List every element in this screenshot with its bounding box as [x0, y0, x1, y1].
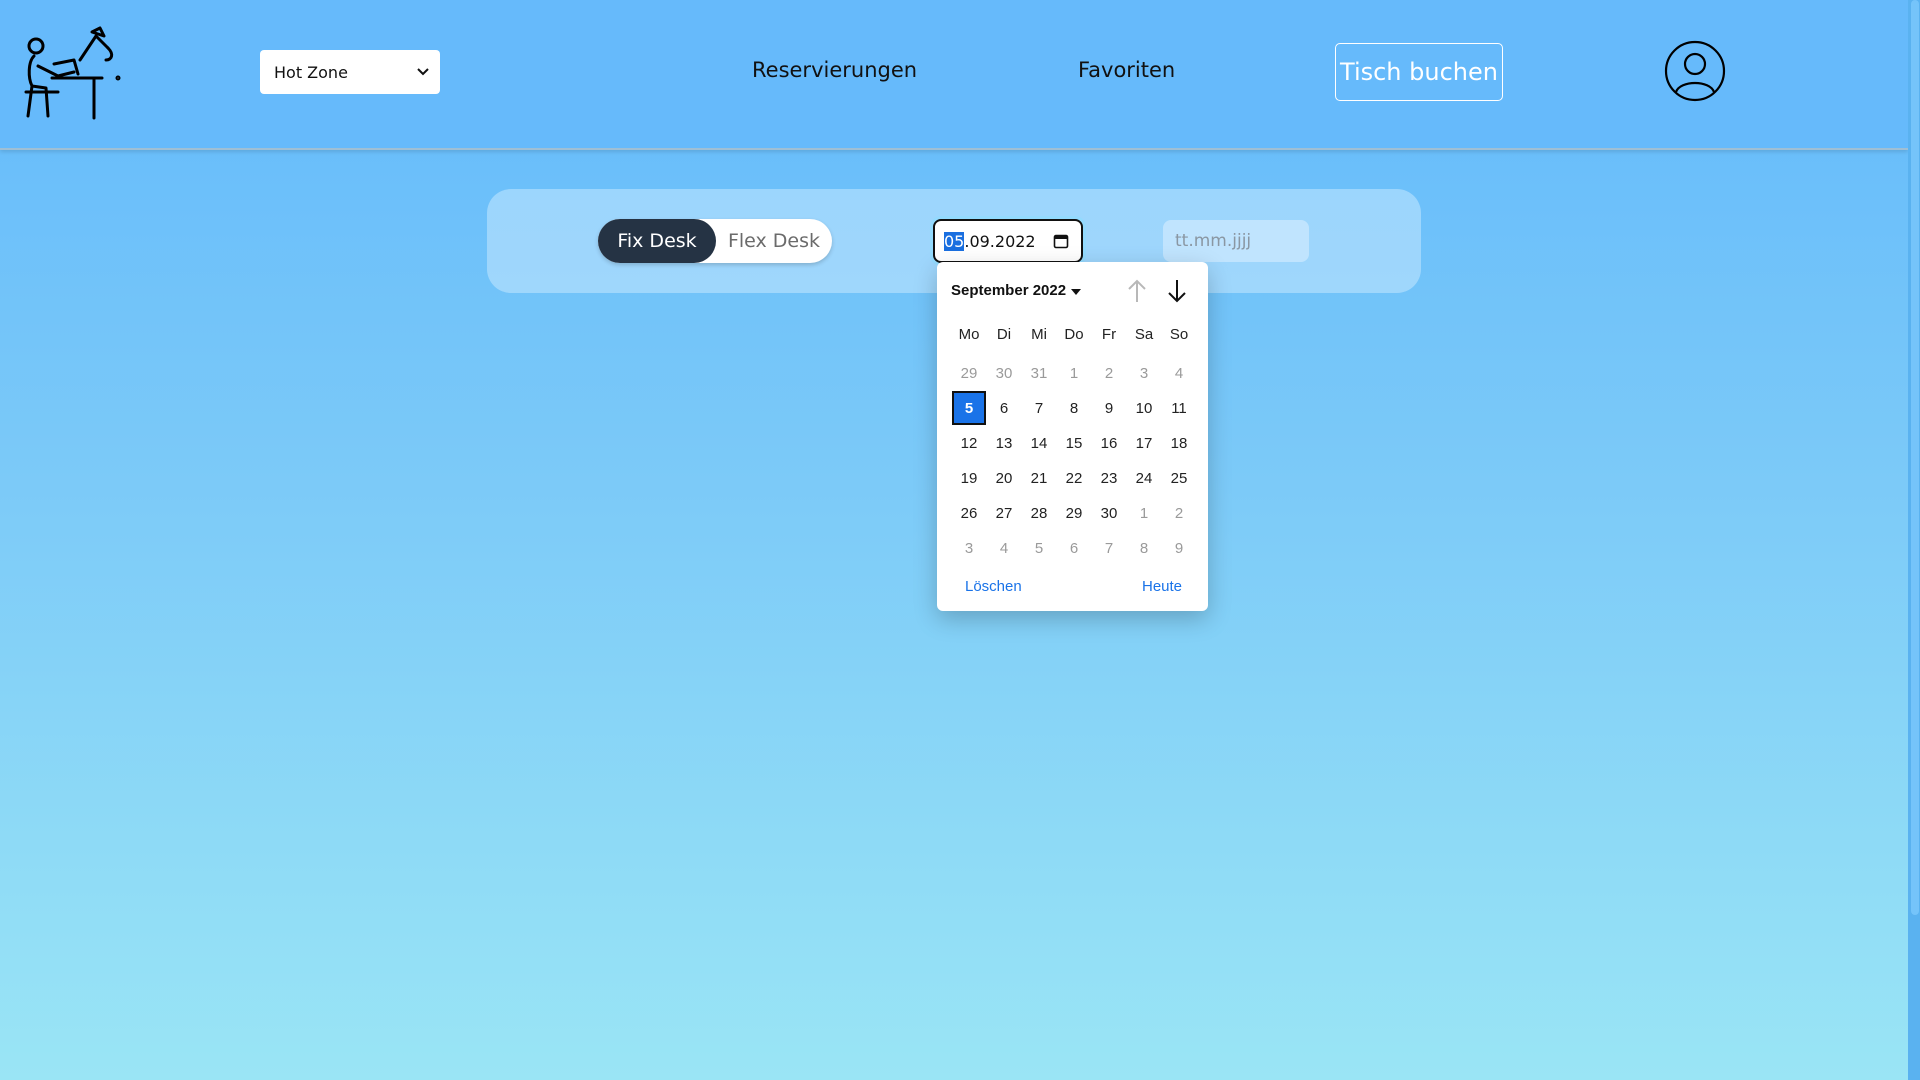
calendar-day[interactable]: 30 — [987, 356, 1021, 390]
calendar-day[interactable]: 5 — [1022, 531, 1056, 565]
arrow-up-icon[interactable] — [1126, 278, 1148, 304]
calendar-day[interactable]: 4 — [987, 531, 1021, 565]
date-month-year-segment[interactable]: .09.2022 — [964, 232, 1035, 251]
calendar-day[interactable]: 8 — [1057, 391, 1091, 425]
calendar-day[interactable]: 9 — [1162, 531, 1196, 565]
calendar-day[interactable]: 6 — [987, 391, 1021, 425]
weekday-header: Do — [1064, 326, 1084, 343]
fix-desk-option[interactable]: Fix Desk — [598, 219, 716, 263]
calendar-day[interactable]: 25 — [1162, 461, 1196, 495]
calendar-day[interactable]: 12 — [952, 426, 986, 460]
desk-worker-logo-icon[interactable] — [22, 26, 122, 120]
calendar-day[interactable]: 27 — [987, 496, 1021, 530]
calendar-day[interactable]: 29 — [1057, 496, 1091, 530]
date-day-segment[interactable]: 05 — [944, 231, 965, 251]
desk-type-toggle: Fix Desk Flex Desk — [598, 219, 832, 263]
zone-select-value: Hot Zone — [274, 62, 348, 82]
calendar-day[interactable]: 5 — [952, 391, 986, 425]
calendar-day[interactable]: 28 — [1022, 496, 1056, 530]
calendar-day[interactable]: 2 — [1162, 496, 1196, 530]
weekday-header: Sa — [1134, 326, 1154, 343]
calendar-day[interactable]: 13 — [987, 426, 1021, 460]
book-desk-button[interactable]: Tisch buchen — [1335, 43, 1503, 101]
scrollbar-thumb[interactable] — [1911, 0, 1919, 915]
calendar-day[interactable]: 6 — [1057, 531, 1091, 565]
weekday-header: Di — [996, 326, 1012, 343]
calendar-day[interactable]: 8 — [1127, 531, 1161, 565]
weekday-header: Mi — [1031, 326, 1047, 343]
nav-reservations-link[interactable]: Reservierungen — [752, 58, 917, 82]
calendar-day[interactable]: 30 — [1092, 496, 1126, 530]
top-navigation-bar: Hot Zone Reservierungen Favoriten Tisch … — [0, 0, 1908, 150]
calendar-day[interactable]: 24 — [1127, 461, 1161, 495]
calendar-day[interactable]: 1 — [1057, 356, 1091, 390]
calendar-day[interactable]: 3 — [1127, 356, 1161, 390]
calendar-day[interactable]: 16 — [1092, 426, 1126, 460]
nav-favorites-link[interactable]: Favoriten — [1078, 58, 1175, 82]
calendar-day[interactable]: 2 — [1092, 356, 1126, 390]
weekday-header: So — [1169, 326, 1189, 343]
calendar-day[interactable]: 19 — [952, 461, 986, 495]
month-year-selector[interactable]: September 2022 — [951, 282, 1066, 299]
arrow-down-icon[interactable] — [1166, 278, 1188, 304]
user-profile-icon[interactable] — [1664, 40, 1726, 102]
calendar-day[interactable]: 4 — [1162, 356, 1196, 390]
calendar-day[interactable]: 20 — [987, 461, 1021, 495]
calendar-day[interactable]: 10 — [1127, 391, 1161, 425]
caret-down-icon[interactable] — [1071, 289, 1081, 295]
calendar-day[interactable]: 7 — [1092, 531, 1126, 565]
calendar-day[interactable]: 9 — [1092, 391, 1126, 425]
weekday-header: Mo — [958, 326, 980, 343]
calendar-day[interactable]: 22 — [1057, 461, 1091, 495]
weekday-header: Fr — [1101, 326, 1117, 343]
clear-date-button[interactable]: Löschen — [965, 578, 1022, 595]
calendar-day[interactable]: 17 — [1127, 426, 1161, 460]
calendar-day[interactable]: 29 — [952, 356, 986, 390]
start-date-input[interactable]: 05.09.2022 — [933, 219, 1083, 263]
zone-select[interactable]: Hot Zone — [260, 50, 440, 94]
calendar-day[interactable]: 18 — [1162, 426, 1196, 460]
calendar-day[interactable]: 31 — [1022, 356, 1056, 390]
calendar-day[interactable]: 11 — [1162, 391, 1196, 425]
chevron-down-icon — [417, 68, 429, 76]
calendar-day[interactable]: 1 — [1127, 496, 1161, 530]
calendar-day[interactable]: 26 — [952, 496, 986, 530]
calendar-day[interactable]: 7 — [1022, 391, 1056, 425]
calendar-day[interactable]: 3 — [952, 531, 986, 565]
calendar-day[interactable]: 23 — [1092, 461, 1126, 495]
end-date-input[interactable]: tt.mm.jjjj — [1163, 220, 1309, 262]
calendar-day[interactable]: 14 — [1022, 426, 1056, 460]
date-picker-popup: September 2022 Mo Di Mi Do Fr Sa So 29 30 31 1 2 3 4… — [937, 262, 1208, 611]
calendar-day[interactable]: 21 — [1022, 461, 1056, 495]
calendar-day[interactable]: 15 — [1057, 426, 1091, 460]
calendar-icon[interactable] — [1053, 233, 1069, 249]
flex-desk-option[interactable]: Flex Desk — [716, 219, 832, 263]
today-button[interactable]: Heute — [1142, 578, 1182, 595]
